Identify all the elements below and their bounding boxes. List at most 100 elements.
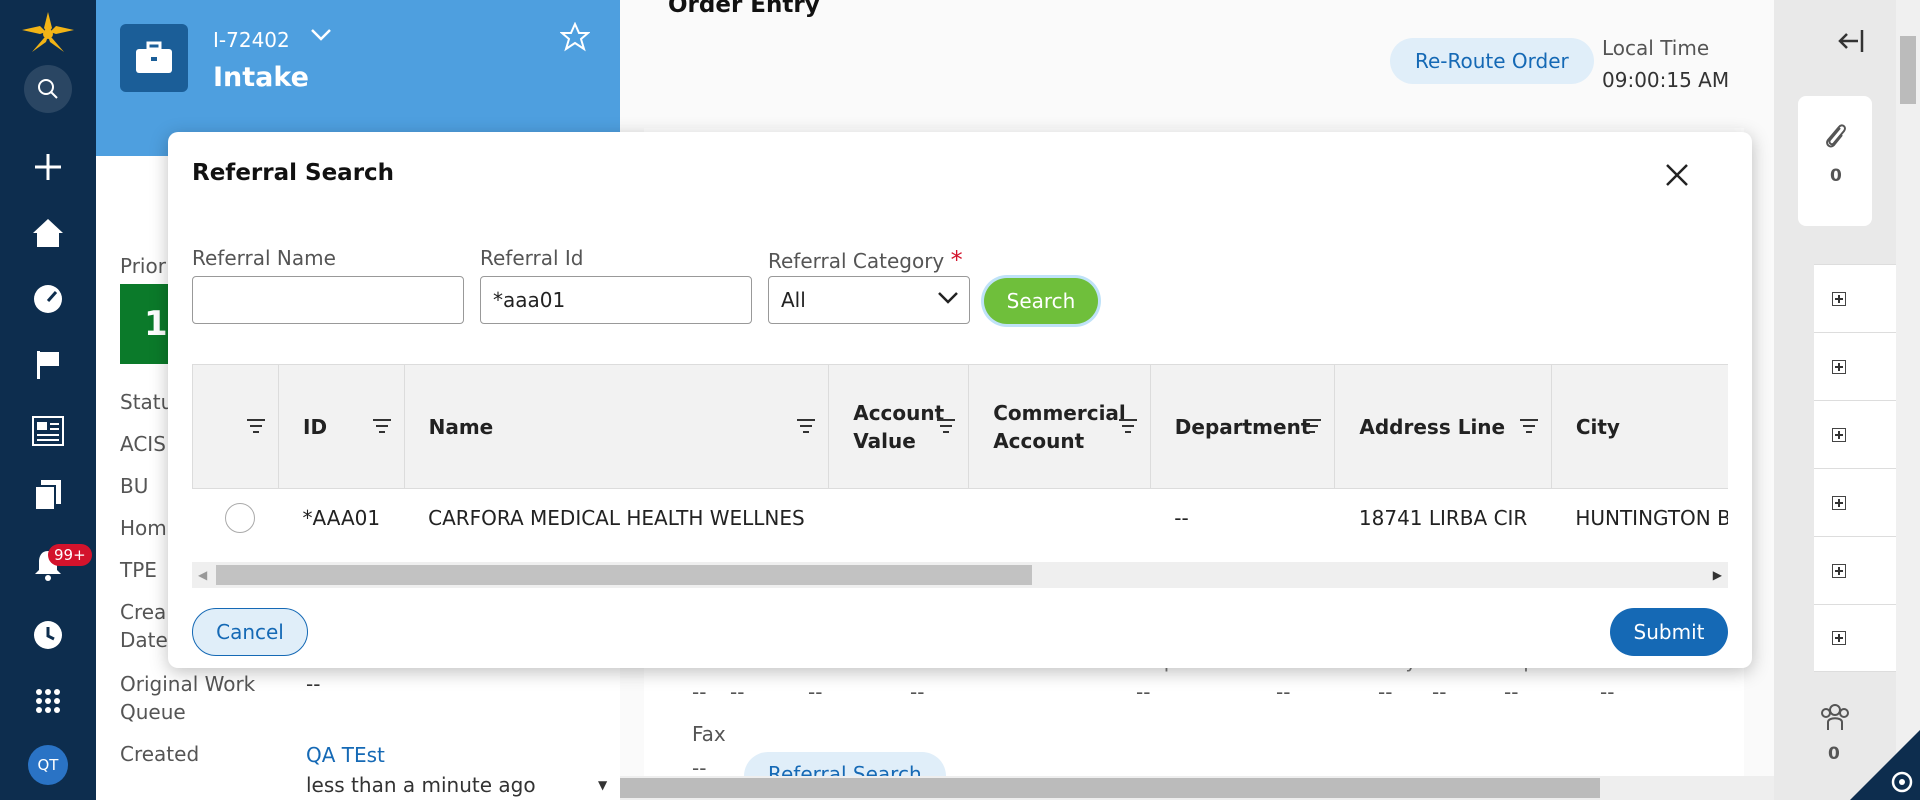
filter-icon[interactable]: [1118, 417, 1138, 435]
referral-category-select[interactable]: All: [768, 276, 970, 324]
bg-cell: --: [1276, 680, 1291, 704]
created-by-link[interactable]: QA TEst: [306, 741, 385, 769]
grid-horizontal-scrollbar[interactable]: ◀ ▶: [192, 562, 1728, 588]
scrollbar-thumb[interactable]: [1900, 36, 1916, 104]
column-header-id[interactable]: ID: [278, 364, 405, 489]
table-row[interactable]: *AAA01 CARFORA MEDICAL HEALTH WELLNES --…: [192, 488, 1728, 546]
scrollbar-thumb[interactable]: [216, 565, 1032, 585]
select-cell: [192, 488, 279, 546]
column-header-label: City: [1575, 414, 1620, 439]
column-header-department[interactable]: Department: [1149, 364, 1336, 489]
page-vertical-scrollbar[interactable]: [1896, 0, 1920, 800]
reports-icon[interactable]: [0, 404, 96, 458]
search-icon[interactable]: [0, 62, 96, 116]
field-label: BU: [120, 474, 149, 498]
user-avatar[interactable]: QT: [0, 738, 96, 792]
cell-account-value: [828, 488, 969, 546]
filter-icon[interactable]: [796, 417, 816, 435]
documents-icon[interactable]: [0, 468, 96, 522]
cancel-button[interactable]: Cancel: [192, 608, 308, 656]
bg-cell: --: [1136, 680, 1151, 704]
dashboard-gauge-icon[interactable]: [0, 272, 96, 326]
briefcase-icon: [120, 24, 188, 92]
settings-gear-icon[interactable]: [1850, 730, 1920, 800]
home-icon[interactable]: [0, 206, 96, 260]
expand-section-icon[interactable]: [1814, 400, 1896, 468]
expand-section-icon[interactable]: [1814, 604, 1896, 672]
referral-id-input[interactable]: [480, 276, 752, 324]
priority-label: Prior: [120, 254, 166, 278]
left-nav-rail: 99+ QT: [0, 0, 96, 800]
priority-value: 1: [120, 284, 170, 364]
expand-section-icon[interactable]: [1814, 264, 1896, 332]
column-header-label: Department: [1174, 414, 1311, 439]
chevron-down-icon: [938, 292, 958, 304]
column-header-label: Account Value: [853, 400, 945, 453]
original-work-queue-label: Original Work Queue: [120, 672, 256, 724]
row-select-radio[interactable]: [224, 502, 255, 533]
filter-icon[interactable]: [936, 417, 956, 435]
scrollbar-thumb[interactable]: [620, 778, 1600, 798]
case-id: I-72402: [213, 28, 290, 52]
select-column-header: [192, 364, 279, 489]
local-time-value: 09:00:15 AM: [1602, 68, 1730, 92]
field-label: ACIS: [120, 432, 166, 456]
column-header-account-value[interactable]: Account Value: [828, 364, 970, 489]
bg-cell: --: [910, 680, 925, 704]
create-plus-icon[interactable]: [0, 140, 96, 194]
referral-category-label-text: Referral Category: [768, 249, 945, 273]
created-label: Created: [120, 742, 200, 766]
cell-address-line: 18741 LIRBA CIR: [1334, 488, 1552, 546]
filter-icon[interactable]: [1302, 417, 1322, 435]
column-header-label: ID: [303, 414, 328, 439]
filter-icon[interactable]: [1519, 417, 1539, 435]
scroll-right-arrow-icon[interactable]: ▶: [1713, 568, 1722, 582]
notifications-bell-icon[interactable]: 99+: [0, 538, 96, 592]
referral-name-input[interactable]: [192, 276, 464, 324]
cell-name: CARFORA MEDICAL HEALTH WELLNES: [404, 488, 829, 546]
utility-rail: 0 0: [1774, 0, 1896, 800]
column-header-label: Name: [428, 414, 494, 439]
scroll-down-arrow-icon[interactable]: ▼: [598, 778, 607, 792]
expand-section-icon[interactable]: [1814, 468, 1896, 536]
created-when: less than a minute ago: [306, 773, 536, 797]
history-clock-icon[interactable]: [0, 608, 96, 662]
search-button[interactable]: Search: [984, 278, 1098, 324]
main-horizontal-scrollbar[interactable]: [620, 776, 1774, 800]
cell-city: HUNTINGTON BEA: [1551, 488, 1728, 546]
column-header-label: Commercial Account: [993, 400, 1126, 453]
bg-cell: --: [808, 680, 823, 704]
submit-button[interactable]: Submit: [1610, 608, 1728, 656]
column-header-commercial-account[interactable]: Commercial Account: [968, 364, 1151, 489]
modal-title: Referral Search: [192, 160, 395, 186]
filter-icon[interactable]: [372, 417, 392, 435]
column-header-city[interactable]: City: [1550, 364, 1728, 489]
case-title: Intake: [213, 62, 309, 93]
table-header-row: ID Name Account Value Commercial Account…: [192, 364, 1728, 489]
column-header-name[interactable]: Name: [403, 364, 830, 489]
attachments-widget[interactable]: 0: [1798, 96, 1872, 226]
referral-category-label: Referral Category *: [768, 246, 963, 274]
referral-name-label: Referral Name: [192, 246, 336, 270]
followers-people-icon[interactable]: [1820, 702, 1850, 732]
bg-cell: --: [1600, 680, 1615, 704]
collapse-panel-icon[interactable]: [1838, 28, 1866, 54]
chevron-down-icon[interactable]: [310, 28, 332, 42]
cell-id: *AAA01: [278, 488, 405, 546]
expand-section-icon[interactable]: [1814, 536, 1896, 604]
scroll-left-arrow-icon[interactable]: ◀: [198, 568, 207, 582]
close-icon[interactable]: [1664, 162, 1690, 188]
reroute-order-button[interactable]: Re-Route Order: [1390, 38, 1594, 84]
app-logo-icon[interactable]: [0, 6, 96, 60]
favorite-star-icon[interactable]: [560, 22, 590, 52]
filter-icon[interactable]: [246, 417, 266, 435]
referral-search-modal: Referral Search Referral Name Referral I…: [168, 132, 1752, 668]
bg-cell: --: [1504, 680, 1519, 704]
followers-count: 0: [1828, 744, 1840, 764]
field-label: TPE: [120, 558, 157, 582]
flag-icon[interactable]: [0, 338, 96, 392]
expand-section-icon[interactable]: [1814, 332, 1896, 400]
bg-cell: --: [1378, 680, 1393, 704]
apps-grid-icon[interactable]: [0, 674, 96, 728]
column-header-address-line[interactable]: Address Line: [1334, 364, 1552, 489]
